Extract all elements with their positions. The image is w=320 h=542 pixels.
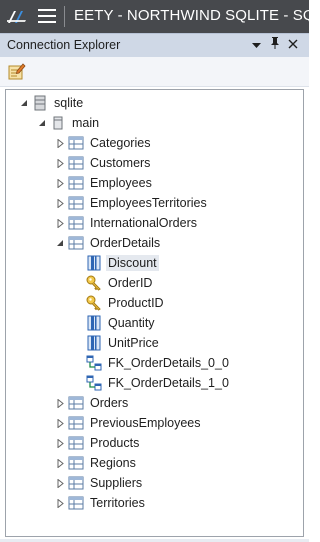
tree-node-label: Territories (90, 496, 145, 510)
tree-node-label: Regions (90, 456, 136, 470)
expand-arrow-icon[interactable] (54, 497, 66, 509)
tree-node-label: OrderID (108, 276, 153, 290)
table-icon (68, 136, 84, 150)
tree-node-label: UnitPrice (108, 336, 159, 350)
tree-node-label: ProductID (108, 296, 164, 310)
tree-node-label: EmployeesTerritories (90, 196, 207, 210)
tree-node-label: sqlite (54, 96, 84, 110)
collapse-arrow-icon[interactable] (18, 97, 30, 109)
column-icon (87, 255, 101, 271)
expand-arrow-icon[interactable] (54, 177, 66, 189)
tree-node-table[interactable]: Territories (54, 493, 147, 513)
tree-node-table[interactable]: Suppliers (54, 473, 144, 493)
tree-node-table[interactable]: EmployeesTerritories (54, 193, 209, 213)
tree-node-label: FK_OrderDetails_1_0 (108, 376, 229, 390)
tree-node-table[interactable]: Regions (54, 453, 138, 473)
table-icon (68, 456, 84, 470)
tree-node-sqlite[interactable]: sqlite (18, 93, 85, 113)
tree-node-label: Employees (90, 176, 152, 190)
caret-down-icon[interactable] (248, 37, 264, 55)
table-icon (68, 236, 84, 250)
table-icon (68, 416, 84, 430)
tree-node-table[interactable]: Employees (54, 173, 154, 193)
tree-node-column-discount[interactable]: Discount (86, 253, 159, 273)
expand-arrow-icon[interactable] (54, 197, 66, 209)
tree-node-label: Products (90, 436, 140, 450)
expand-arrow-icon[interactable] (54, 477, 66, 489)
collapse-arrow-icon[interactable] (36, 117, 48, 129)
app-logo-icon (7, 11, 26, 23)
window-title: EETY - NORTHWIND SQLITE - SQL (74, 7, 320, 24)
title-bar: EETY - NORTHWIND SQLITE - SQL (0, 0, 320, 33)
tree-node-label: Customers (90, 156, 151, 170)
expand-arrow-icon[interactable] (54, 437, 66, 449)
tree-node-label: main (72, 116, 100, 130)
table-icon (68, 196, 84, 210)
title-separator (64, 6, 65, 27)
tree-node-foreign-key[interactable]: FK_OrderDetails_1_0 (86, 373, 231, 393)
expand-arrow-icon[interactable] (54, 137, 66, 149)
table-icon (68, 216, 84, 230)
tree-node-label: PreviousEmployees (90, 416, 201, 430)
table-icon (68, 476, 84, 490)
table-icon (68, 436, 84, 450)
table-icon (68, 396, 84, 410)
tree-node-main[interactable]: main (36, 113, 101, 133)
key-icon (86, 295, 101, 311)
expand-arrow-icon[interactable] (54, 157, 66, 169)
tree-node-table[interactable]: Products (54, 433, 141, 453)
tree-node-label: Categories (90, 136, 151, 150)
tree-node-label: OrderDetails (90, 236, 161, 250)
foreign-key-icon (86, 355, 102, 371)
explorer-toolbar (0, 57, 309, 87)
tree-node-table[interactable]: InternationalOrders (54, 213, 199, 233)
tree-node-table[interactable]: Orders (54, 393, 130, 413)
tree-node-key-orderid[interactable]: OrderID (86, 273, 154, 293)
expand-arrow-icon[interactable] (54, 417, 66, 429)
tree-node-label: Orders (90, 396, 129, 410)
panel-title: Connection Explorer (7, 38, 121, 52)
pin-icon[interactable] (267, 37, 283, 55)
tree-node-table[interactable]: Customers (54, 153, 152, 173)
column-icon (87, 335, 101, 351)
tree-node-label: Discount (106, 255, 159, 271)
expand-arrow-icon[interactable] (54, 457, 66, 469)
database-icon (34, 95, 46, 111)
tree-node-label: FK_OrderDetails_0_0 (108, 356, 229, 370)
tree-node-label: Quantity (108, 316, 155, 330)
connection-tree: sqlite main Categories Customers Employe… (5, 89, 304, 537)
connection-explorer-header: Connection Explorer (0, 33, 309, 57)
tree-node-label: InternationalOrders (90, 216, 198, 230)
table-icon (68, 176, 84, 190)
collapse-arrow-icon[interactable] (54, 237, 66, 249)
tree-node-label: Suppliers (90, 476, 143, 490)
column-icon (87, 315, 101, 331)
expand-arrow-icon[interactable] (54, 397, 66, 409)
close-icon[interactable] (285, 37, 301, 55)
table-icon (68, 496, 84, 510)
foreign-key-icon (86, 375, 102, 391)
edit-connection-icon[interactable] (7, 62, 26, 81)
expand-arrow-icon[interactable] (54, 217, 66, 229)
tree-node-key-productid[interactable]: ProductID (86, 293, 166, 313)
tree-node-foreign-key[interactable]: FK_OrderDetails_0_0 (86, 353, 231, 373)
tree-node-orderdetails[interactable]: OrderDetails (54, 233, 162, 253)
hamburger-menu-icon[interactable] (38, 9, 56, 23)
key-icon (86, 275, 101, 291)
tree-node-column-unitprice[interactable]: UnitPrice (86, 333, 161, 353)
tree-node-column-quantity[interactable]: Quantity (86, 313, 157, 333)
tree-node-table[interactable]: Categories (54, 133, 152, 153)
tree-node-table[interactable]: PreviousEmployees (54, 413, 202, 433)
schema-icon (53, 116, 63, 130)
table-icon (68, 156, 84, 170)
